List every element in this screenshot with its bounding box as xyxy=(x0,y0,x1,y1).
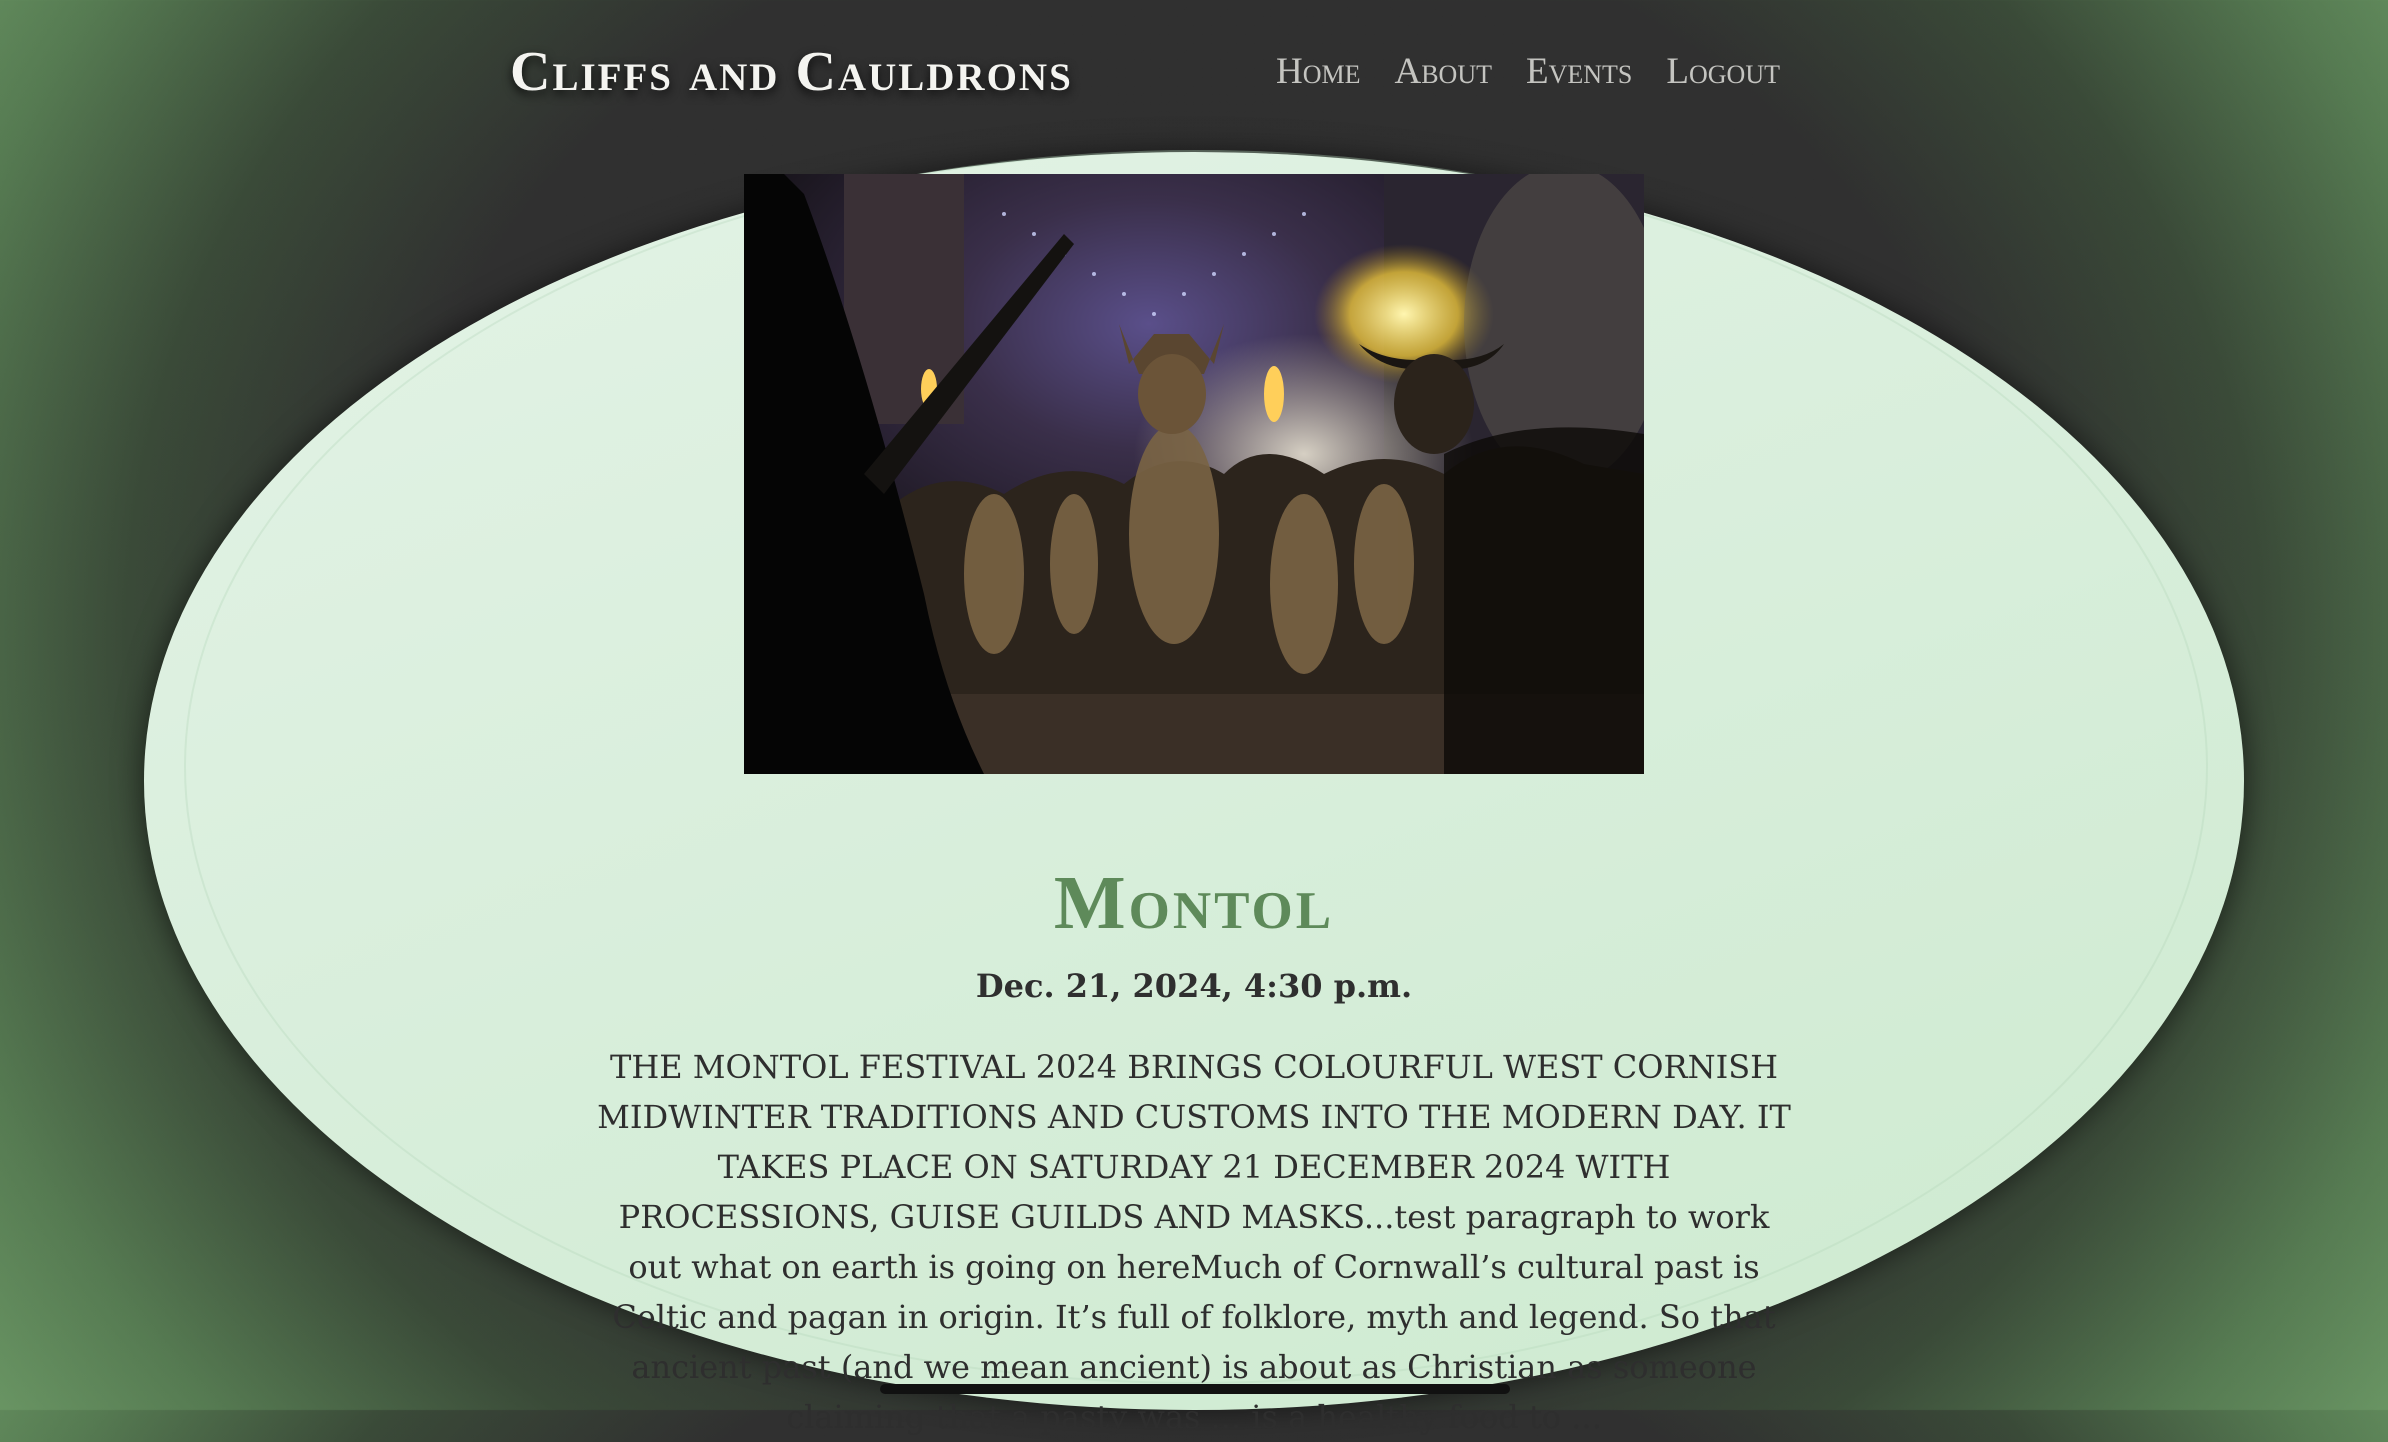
event-description: THE MONTOL FESTIVAL 2024 BRINGS COLOURFU… xyxy=(597,1048,1791,1436)
event-title: Montol xyxy=(1053,861,1335,945)
site-header: Cliffs and Cauldrons Home About Events L… xyxy=(0,0,2388,150)
event-date: Dec. 21, 2024, 4:30 p.m. xyxy=(975,967,1413,1005)
nav-home-link[interactable]: Home xyxy=(1276,48,1361,96)
main-nav: Home About Events Logout xyxy=(1276,48,1780,96)
nav-events-link[interactable]: Events xyxy=(1526,48,1632,96)
site-brand[interactable]: Cliffs and Cauldrons xyxy=(510,36,1073,108)
event-image xyxy=(744,174,1644,774)
horizontal-scrollbar[interactable] xyxy=(880,1384,1510,1394)
nav-about-link[interactable]: About xyxy=(1395,48,1493,96)
nav-logout-link[interactable]: Logout xyxy=(1666,48,1780,96)
